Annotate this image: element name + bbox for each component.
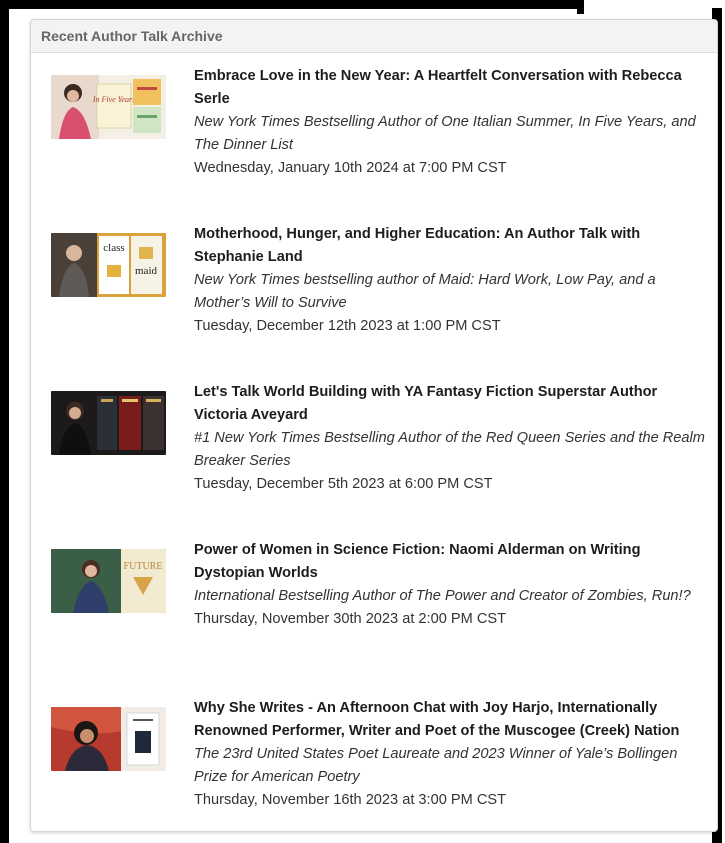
panel-header: Recent Author Talk Archive (31, 20, 717, 53)
event-subtitle: New York Times Bestselling Author of One… (194, 114, 696, 153)
event-date: Tuesday, December 5th 2023 at 6:00 PM CS… (194, 476, 493, 492)
rebecca-serle-books-image: In Five Years (51, 75, 166, 139)
event-thumbnail[interactable]: class maid (51, 233, 166, 297)
frame-top-right-border (577, 0, 584, 14)
event-thumbnail[interactable]: FUTURE (51, 549, 166, 613)
event-title-link[interactable]: Why She Writes - An Afternoon Chat with … (194, 697, 709, 743)
panel-title: Recent Author Talk Archive (41, 28, 223, 44)
event-subtitle: International Bestselling Author of The … (194, 588, 691, 604)
author-talk-archive-panel: Recent Author Talk Archive In Five Years… (30, 19, 718, 832)
frame-left-border (0, 0, 9, 843)
event-title-link[interactable]: Let's Talk World Building with YA Fantas… (194, 381, 709, 427)
frame-top-border (0, 0, 584, 9)
event-title-link[interactable]: Power of Women in Science Fiction: Naomi… (194, 539, 709, 585)
event-date: Wednesday, January 10th 2024 at 7:00 PM … (194, 160, 507, 176)
event-text: Why She Writes - An Afternoon Chat with … (194, 697, 709, 812)
event-text: Power of Women in Science Fiction: Naomi… (194, 539, 709, 631)
thumb-book-title: class (103, 242, 124, 254)
thumb-book-title: maid (135, 265, 157, 277)
victoria-aveyard-books-image (51, 391, 166, 455)
stephanie-land-books-image: class maid (51, 233, 166, 297)
joy-harjo-books-image (51, 707, 166, 771)
event-subtitle: #1 New York Times Bestselling Author of … (194, 430, 705, 469)
thumb-book-title: FUTURE (124, 561, 163, 572)
naomi-alderman-books-image: FUTURE (51, 549, 166, 613)
event-title-link[interactable]: Motherhood, Hunger, and Higher Education… (194, 223, 709, 269)
event-thumbnail[interactable]: In Five Years (51, 75, 166, 139)
event-subtitle: The 23rd United States Poet Laureate and… (194, 746, 678, 785)
event-date: Thursday, November 16th 2023 at 3:00 PM … (194, 792, 507, 808)
event-thumbnail[interactable] (51, 707, 166, 771)
event-text: Motherhood, Hunger, and Higher Education… (194, 223, 709, 338)
event-title-link[interactable]: Embrace Love in the New Year: A Heartfel… (194, 65, 709, 111)
thumb-book-title: In Five Years (92, 95, 135, 104)
event-date: Thursday, November 30th 2023 at 2:00 PM … (194, 611, 507, 627)
event-subtitle: New York Times bestselling author of Mai… (194, 272, 656, 311)
event-text: Embrace Love in the New Year: A Heartfel… (194, 65, 709, 180)
event-date: Tuesday, December 12th 2023 at 1:00 PM C… (194, 318, 501, 334)
event-thumbnail[interactable] (51, 391, 166, 455)
event-text: Let's Talk World Building with YA Fantas… (194, 381, 709, 496)
